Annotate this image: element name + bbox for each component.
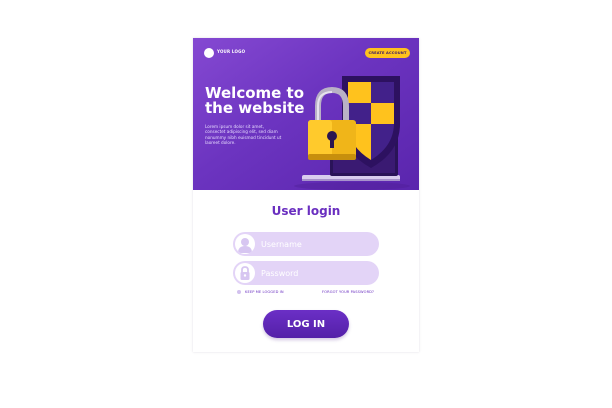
username-input[interactable]	[261, 232, 373, 256]
login-card: YOUR LOGO CREATE ACCOUNT Welcome to the …	[193, 38, 419, 352]
hero-description: Lorem ipsum dolor sit amet, consectet ad…	[205, 124, 282, 146]
page: YOUR LOGO CREATE ACCOUNT Welcome to the …	[0, 0, 612, 408]
user-icon	[235, 234, 255, 254]
forgot-password-link[interactable]: FORGOT YOUR PASSWORD?	[322, 290, 374, 294]
security-illustration	[294, 76, 410, 190]
login-form: User login Username KEEP ME LOGGED IN FO…	[193, 190, 419, 352]
logo-icon[interactable]	[204, 48, 214, 58]
remember-me-label[interactable]: KEEP ME LOGGED IN	[245, 290, 284, 294]
lock-icon	[235, 263, 255, 283]
logo-text[interactable]: YOUR LOGO	[217, 49, 245, 54]
login-title: User login	[271, 204, 341, 218]
create-account-button[interactable]: CREATE ACCOUNT	[365, 48, 410, 58]
login-button[interactable]: LOG IN	[263, 310, 349, 338]
remember-me-checkbox[interactable]	[237, 290, 241, 294]
password-input[interactable]	[261, 261, 373, 285]
hero-banner: YOUR LOGO CREATE ACCOUNT Welcome to the …	[193, 38, 419, 190]
password-field[interactable]	[233, 261, 379, 285]
username-field[interactable]	[233, 232, 379, 256]
